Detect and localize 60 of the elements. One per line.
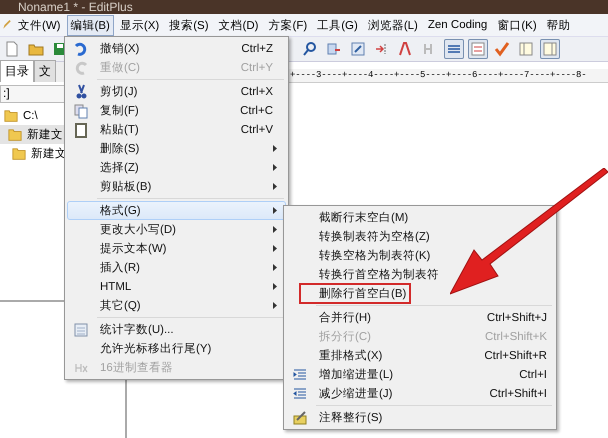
menu-item[interactable]: 减少缩进量(J) Ctrl+Shift+I bbox=[286, 384, 554, 403]
menu-item[interactable]: 浏览器(L) bbox=[364, 14, 422, 36]
menu-item[interactable]: Zen Coding bbox=[424, 16, 492, 34]
menu-item[interactable]: 更改大小写(D) bbox=[67, 220, 286, 239]
redo-icon bbox=[73, 60, 89, 76]
menu-item[interactable]: 转换制表符为空格(Z) bbox=[286, 227, 554, 246]
search-icon bbox=[302, 41, 318, 57]
document-icon bbox=[4, 41, 20, 57]
menu-item[interactable]: 编辑(B) bbox=[66, 14, 114, 36]
menu-item[interactable]: 转换行首空格为制表符 bbox=[286, 265, 554, 284]
menu-item[interactable]: 显示(X) bbox=[116, 14, 164, 36]
menu-item[interactable]: 方案(F) bbox=[264, 14, 312, 36]
menu-item[interactable]: 文件(W) bbox=[14, 14, 65, 36]
menu-item[interactable]: 剪贴板(B) bbox=[67, 177, 286, 196]
menu-item[interactable]: 插入(R) bbox=[67, 258, 286, 277]
menu-item[interactable]: 允许光标移出行尾(Y) bbox=[67, 339, 286, 358]
window-title: Noname1 * - EditPlus bbox=[18, 0, 133, 14]
menu-item[interactable]: HTML bbox=[67, 277, 286, 296]
folder-icon bbox=[4, 108, 18, 122]
menu-item[interactable]: 撤销(X) Ctrl+Z bbox=[67, 39, 286, 58]
undo-icon bbox=[73, 40, 89, 56]
menu-item[interactable]: 文档(D) bbox=[214, 14, 263, 36]
menu-item[interactable]: 搜索(S) bbox=[165, 14, 213, 36]
menu-item[interactable]: 注释整行(S) bbox=[286, 408, 554, 427]
folder-icon bbox=[8, 128, 22, 142]
panel-icon bbox=[542, 41, 558, 57]
menu-item[interactable]: 复制(F) Ctrl+C bbox=[67, 101, 286, 120]
menu-item[interactable]: 重排格式(X) Ctrl+Shift+R bbox=[286, 346, 554, 365]
pen-icon bbox=[2, 18, 12, 32]
replace-icon bbox=[326, 41, 342, 57]
check-icon bbox=[494, 41, 510, 57]
calculator-icon bbox=[73, 322, 89, 338]
menu-item[interactable]: 窗口(K) bbox=[493, 14, 541, 36]
menu-item[interactable]: 统计字数(U)... bbox=[67, 320, 286, 339]
panel-tab[interactable]: 目录 bbox=[0, 60, 34, 82]
toolbar-button[interactable] bbox=[468, 39, 488, 59]
menu-item[interactable]: 格式(G) bbox=[67, 201, 286, 220]
menu-item[interactable]: 删除行首空白(B) bbox=[286, 284, 554, 303]
edit-icon bbox=[350, 41, 366, 57]
toolbar-button[interactable] bbox=[444, 39, 464, 59]
toolbar-button[interactable] bbox=[492, 39, 512, 59]
clipboard-icon bbox=[73, 122, 89, 138]
menu-item[interactable]: 帮助 bbox=[542, 14, 575, 36]
copy-icon bbox=[73, 102, 89, 118]
menu-item[interactable]: 合并行(H) Ctrl+Shift+J bbox=[286, 308, 554, 327]
panel-tab[interactable]: 文 bbox=[34, 60, 56, 82]
toolbar-button[interactable] bbox=[540, 39, 560, 59]
indent-icon bbox=[292, 366, 308, 382]
menu-item[interactable]: 增加缩进量(L) Ctrl+I bbox=[286, 365, 554, 384]
list-icon bbox=[470, 41, 486, 57]
menu-item[interactable]: 选择(Z) bbox=[67, 158, 286, 177]
menu-item[interactable]: 转换空格为制表符(K) bbox=[286, 246, 554, 265]
menu-item[interactable]: 工具(G) bbox=[313, 14, 362, 36]
comment-icon bbox=[292, 410, 308, 426]
menu-item[interactable]: 提示文本(W) bbox=[67, 239, 286, 258]
menu-item[interactable]: 截断行末空白(M) bbox=[286, 208, 554, 227]
panel-icon bbox=[518, 41, 534, 57]
folder-icon bbox=[12, 146, 26, 160]
menu-item[interactable]: 其它(Q) bbox=[67, 296, 286, 315]
outdent-icon bbox=[292, 386, 308, 402]
